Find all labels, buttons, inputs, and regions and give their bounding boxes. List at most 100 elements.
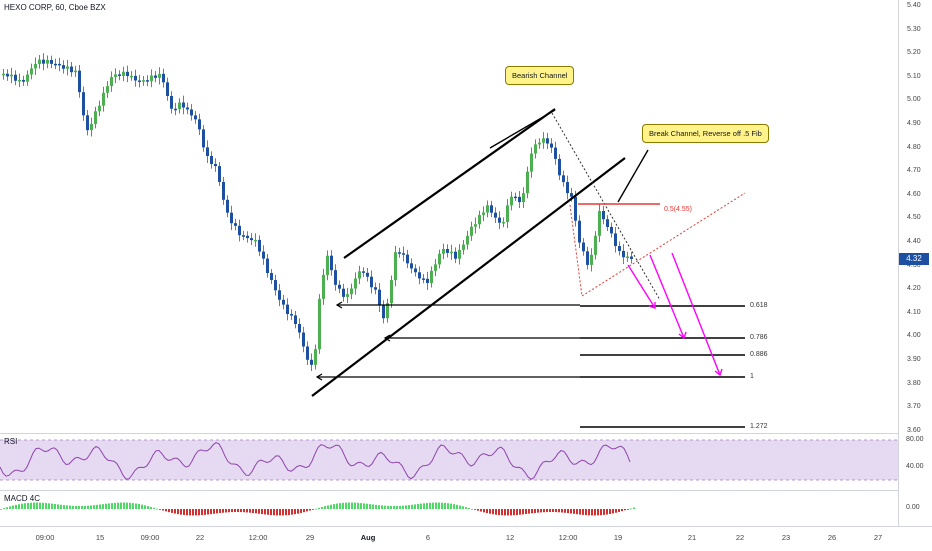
macd-bar [162,509,164,511]
macd-bar [525,509,527,515]
candle-body [154,75,157,78]
candle-body [90,123,93,131]
macd-bar [426,503,428,509]
macd-bar [213,509,215,514]
macd-bar [333,504,335,509]
macd-bar [99,504,101,509]
candle-body [294,315,297,325]
candle-body [222,181,225,200]
candle-body [198,119,201,130]
macd-bar [255,509,257,514]
macd-bar [69,505,71,509]
macd-bar [582,509,584,515]
macd-bar [165,509,167,512]
rsi-pane[interactable]: RSI [0,433,898,490]
price-axis-label: 3.80 [907,379,921,387]
macd-bar [558,509,560,513]
price-axis-label: 4.70 [907,167,921,175]
candle-body [630,256,633,259]
macd-bar [450,503,452,509]
macd-bar [60,504,62,509]
macd-bar [390,505,392,509]
price-chart-pane[interactable]: HEXO CORP, 60, Cboe BZX Bearish Channel … [0,0,898,432]
break-channel-callout[interactable]: Break Channel, Reverse off .5 Fib [642,124,769,143]
candle-body [618,246,621,251]
macd-bar [318,507,320,509]
macd-bar [303,509,305,513]
candle-body [258,239,261,252]
candle-body [514,196,517,199]
time-axis-label: 09:00 [140,533,160,542]
macd-pane[interactable]: MACD 4C [0,490,898,527]
macd-bar [357,502,359,509]
time-axis[interactable]: 09:00 15 09:00 22 12:00 29 Aug 6 12 12:00 19 21 22 23… [0,526,932,551]
candle-body [206,147,209,157]
macd-bar [486,509,488,514]
callout-pointer-break [617,149,649,203]
macd-bar [324,506,326,509]
candle-body [130,75,133,78]
macd-bar [609,509,611,515]
candle-body [234,223,237,226]
macd-bar [612,509,614,514]
callout-pointer-bearish [489,109,556,149]
candle-body [218,166,221,182]
candle-body [22,79,25,82]
candle-body [574,196,577,221]
macd-bar [489,509,491,514]
macd-bar [531,509,533,514]
time-axis-label: 15 [95,533,105,542]
candle-body [186,107,189,110]
macd-bar [78,505,80,509]
candle-body [274,280,277,291]
macd-bar [444,502,446,509]
projection-arrows [627,252,723,377]
candle-body [482,212,485,216]
candle-body [254,239,257,242]
macd-bar [138,504,140,509]
macd-bar [474,509,476,510]
macd-bar [576,509,578,515]
macd-bar [438,502,440,509]
candle-body [182,102,185,108]
macd-bar [57,504,59,509]
macd-bar [408,505,410,509]
macd-bar [111,503,113,509]
price-chart-canvas[interactable] [0,0,898,432]
macd-bar [378,505,380,509]
macd-bar [174,509,176,514]
candle-body [70,66,73,73]
candle-body [410,263,413,269]
macd-bar [432,502,434,509]
time-axis-label: 29 [305,533,315,542]
candle-body [98,105,101,112]
macd-bar [201,509,203,516]
macd-bar [297,509,299,514]
price-axis-label: 3.60 [907,426,921,434]
candle-body [494,212,497,218]
macd-bar [615,509,617,513]
price-axis-label: 5.00 [907,96,921,104]
candle-body [190,109,193,116]
bearish-channel-callout[interactable]: Bearish Channel [505,66,575,85]
macd-bar [198,509,200,516]
fib-0786-label: 0.786 [750,334,768,341]
macd-bar [399,505,401,509]
candle-body [214,164,217,167]
macd-bar [513,509,515,516]
candle-body [306,346,309,360]
candle-body [278,290,281,300]
candle-body [58,63,61,66]
candle-body [134,75,137,81]
candle-body [54,63,57,66]
macd-bar [279,509,281,516]
candle-body [318,298,321,350]
candle-body [290,313,293,316]
candle-body [490,205,493,213]
candle-body [602,211,605,220]
macd-bar [186,509,188,516]
time-axis-label: Aug [360,533,376,542]
candle-body [474,224,477,227]
macd-canvas [0,502,635,516]
macd-bar [549,509,551,513]
